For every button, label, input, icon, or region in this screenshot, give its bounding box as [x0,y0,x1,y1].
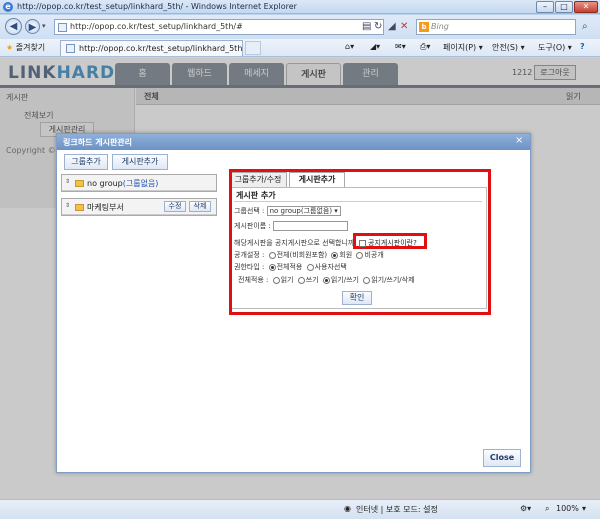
back-button[interactable]: ◀ [5,18,22,35]
mail-icon[interactable]: ✉▾ [395,42,406,51]
window-title: http://opop.co.kr/test_setup/linkhard_5t… [17,2,297,11]
modal-title: 링크하드 게시판관리 [63,138,133,147]
tools-menu[interactable]: 도구(O) ▾ [538,42,572,53]
search-placeholder: Bing [431,22,449,31]
rss-icon[interactable]: ◢ [388,21,396,32]
zoom-icon: ⌕ [545,504,550,513]
help-icon[interactable]: ? [580,42,585,51]
forward-button[interactable]: ▶ [25,19,40,34]
safety-menu[interactable]: 안전(S) ▾ [492,42,525,53]
add-group-button[interactable]: 그룹추가 [64,154,108,170]
add-board-button[interactable]: 게시판추가 [112,154,168,170]
tree-sublabel: (그룹없음) [122,179,159,188]
print-icon[interactable]: ⎙▾ [420,42,430,52]
page-icon [58,23,67,32]
notice-checkbox[interactable] [359,239,366,247]
browser-tab[interactable]: http://opop.co.kr/test_setup/linkhard_5t… [60,40,243,56]
address-toolbar: ◀ ▶ ▾ http://opop.co.kr/test_setup/linkh… [0,15,600,39]
bing-icon: b [419,22,429,32]
zoom-dropdown-icon[interactable]: ▾ [582,504,586,513]
group-tree: ⇕ no group(그룹없음) [61,174,217,192]
group-tree-2: ⇕ 마케팅부서 수정 삭제 [61,198,217,216]
highlight-box-notice: 공지게시판이란? [353,233,427,249]
expand-icon[interactable]: ⇕ [65,178,70,185]
settings-icon[interactable]: ⚙▾ [520,504,531,513]
modal-header: 링크하드 게시판관리 × [57,134,530,150]
edit-group-button[interactable]: 수정 [164,201,186,212]
zone-icon: ◉ [344,504,351,513]
compat-view-icon[interactable]: ▤ [362,21,371,32]
page-menu[interactable]: 페이지(P) ▾ [443,42,483,53]
modal-close-icon[interactable]: × [515,135,523,146]
tab-title: http://opop.co.kr/test_setup/linkhard_5t… [79,44,243,53]
favorites-button[interactable]: ★ 즐겨찾기 [6,42,45,53]
new-tab-button[interactable] [245,41,261,55]
notice-checkbox-label: 공지게시판이란? [368,239,417,247]
modal-close-button[interactable]: Close [483,449,521,467]
refresh-icon[interactable]: ↻ [374,21,382,32]
status-bar: ◉ 인터넷 | 보호 모드: 설정 ⚙▾ ⌕ 100% ▾ [0,499,600,519]
address-url: http://opop.co.kr/test_setup/linkhard_5t… [70,22,243,31]
tree-label: 마케팅부서 [87,203,124,212]
security-zone: 인터넷 | 보호 모드: 설정 [356,505,438,514]
search-icon[interactable]: ⌕ [582,21,588,32]
tab-page-icon [66,44,75,53]
address-input[interactable]: http://opop.co.kr/test_setup/linkhard_5t… [54,19,384,35]
favorites-star-icon: ★ [6,43,14,52]
expand-icon[interactable]: ⇕ [65,202,70,209]
page-content: LINKHARD 홈 웹하드 메세지 게시판 관리 1212 로그아웃 게시판 … [0,58,600,499]
minimize-button[interactable]: – [536,1,554,13]
ie-logo-icon: e [3,2,13,12]
stop-icon[interactable]: ✕ [400,21,408,32]
folder-icon [75,204,84,211]
close-window-button[interactable]: ✕ [574,1,598,13]
folder-icon [75,180,84,187]
home-icon[interactable]: ⌂▾ [345,42,354,51]
feeds-icon[interactable]: ◢▾ [370,42,380,51]
delete-group-button[interactable]: 삭제 [189,201,211,212]
window-titlebar: e http://opop.co.kr/test_setup/linkhard_… [0,0,600,14]
recent-pages-icon[interactable]: ▾ [42,22,46,30]
favorites-label: 즐겨찾기 [15,43,46,52]
zoom-level[interactable]: 100% [556,504,579,513]
tree-row-marketing[interactable]: ⇕ 마케팅부서 수정 삭제 [62,199,216,215]
board-manage-modal: 링크하드 게시판관리 × 그룹추가 게시판추가 ⇕ no group(그룹없음)… [56,133,531,473]
search-input[interactable]: b Bing [416,19,576,35]
tree-row-nogroup[interactable]: ⇕ no group(그룹없음) [62,175,216,191]
tree-label: no group [87,179,123,188]
maximize-button[interactable]: □ [555,1,573,13]
favorites-bar: ★ 즐겨찾기 http://opop.co.kr/test_setup/link… [0,39,600,57]
